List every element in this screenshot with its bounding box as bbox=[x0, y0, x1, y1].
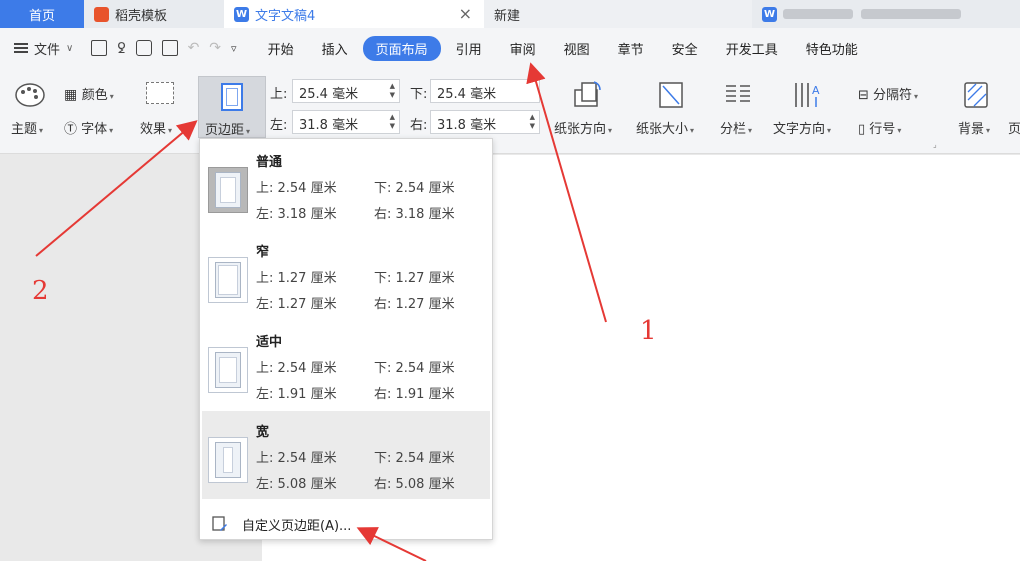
annotation-number-1: 1 bbox=[640, 316, 657, 346]
annotation-number-2: 2 bbox=[32, 276, 49, 306]
annotation-arrow-1 bbox=[526, 62, 607, 323]
annotation-arrow-2 bbox=[35, 120, 198, 257]
annotation-arrows bbox=[35, 62, 607, 561]
annotation-arrow-3 bbox=[356, 527, 427, 561]
